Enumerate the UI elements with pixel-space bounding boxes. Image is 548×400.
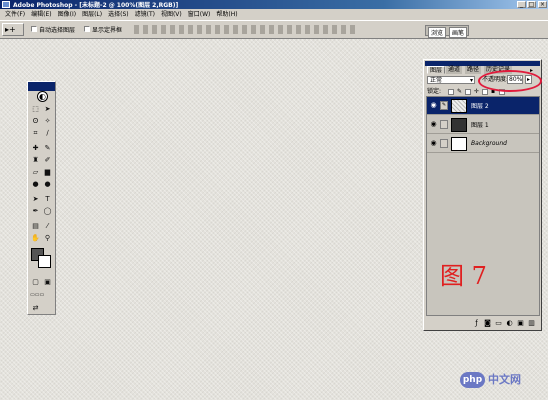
slice-tool-icon[interactable]: ∕	[42, 128, 53, 139]
tab-layers[interactable]: 图层	[427, 66, 446, 74]
title-bar: Adobe Photoshop - [未标题-2 @ 100%(图层 2,RGB…	[0, 0, 548, 9]
lasso-tool-icon[interactable]: ʘ	[30, 116, 41, 127]
trash-icon[interactable]: ▥	[527, 319, 536, 328]
move-tool-preset-icon[interactable]: ▸+	[2, 23, 24, 36]
quick-mask-mode-icon[interactable]: ▣	[42, 277, 53, 288]
eye-icon[interactable]: ◉	[429, 139, 438, 148]
menu-layer[interactable]: 图层(L)	[79, 9, 105, 20]
crop-tool-icon[interactable]: ⌗	[30, 128, 41, 139]
layer-name[interactable]: 图层 2	[471, 101, 489, 110]
menu-bar: 文件(F) 编辑(E) 图像(I) 图层(L) 选择(S) 滤镜(T) 视图(V…	[0, 9, 548, 20]
highlight-ellipse	[478, 70, 542, 92]
pen-tool-icon[interactable]: ✒	[30, 206, 41, 217]
toolbox-title-bar[interactable]	[28, 82, 55, 91]
magic-wand-tool-icon[interactable]: ✧	[42, 116, 53, 127]
tab-channels[interactable]: 通道	[446, 66, 463, 74]
menu-view[interactable]: 视图(V)	[158, 9, 185, 20]
new-layer-icon[interactable]: ▣	[516, 319, 525, 328]
distribute-buttons-icon[interactable]	[206, 25, 356, 34]
tab-paths[interactable]: 路径	[465, 66, 482, 74]
layer-thumbnail	[451, 117, 467, 132]
show-bounds-checkbox[interactable]	[84, 26, 90, 32]
hand-tool-icon[interactable]: ✋	[30, 233, 41, 244]
layer-row-layer-2[interactable]: ◉ ✎ 图层 2	[427, 97, 539, 115]
link-checkbox[interactable]	[440, 120, 448, 129]
blur-tool-icon[interactable]: ●	[30, 179, 41, 190]
toolbox: ◐ ⬚ ➤ ʘ ✧ ⌗ ∕ ✚ ✎ ♜ ✐ ▱ ▆ ● ● ➤ T ✒ ◯ ▤ …	[27, 81, 56, 315]
auto-select-label: 自动选择图层	[39, 27, 76, 34]
eye-icon[interactable]: ◉	[429, 120, 438, 129]
menu-edit[interactable]: 编辑(E)	[28, 9, 54, 20]
dodge-tool-icon[interactable]: ●	[42, 179, 53, 190]
healing-brush-tool-icon[interactable]: ✚	[30, 143, 41, 154]
eraser-tool-icon[interactable]: ▱	[30, 167, 41, 178]
jump-to-imageready-icon[interactable]: ⇄	[30, 303, 41, 314]
align-buttons-icon[interactable]	[134, 25, 202, 34]
background-color-swatch[interactable]	[38, 255, 51, 268]
minimize-icon[interactable]: _	[517, 1, 526, 8]
menu-image[interactable]: 图像(I)	[55, 9, 79, 20]
maximize-icon[interactable]: □	[527, 1, 536, 8]
menu-help[interactable]: 帮助(H)	[213, 9, 240, 20]
gradient-tool-icon[interactable]: ▆	[42, 167, 53, 178]
lock-label: 锁定:	[427, 88, 442, 95]
lock-brush-icon: ✎	[457, 88, 463, 95]
lock-move-icon: ✛	[474, 88, 480, 95]
screen-mode-icon[interactable]: ▭▭▭	[30, 290, 44, 301]
lock-transparency-checkbox[interactable]	[448, 89, 454, 95]
photoshop-logo-icon[interactable]: ◐	[37, 91, 48, 102]
figure-caption: 图 7	[440, 262, 487, 290]
adjustment-layer-icon[interactable]: ◐	[505, 319, 514, 328]
palette-tab-brushes[interactable]: 画笔	[449, 27, 468, 38]
layer-thumbnail	[451, 136, 467, 151]
layer-row-layer-1[interactable]: ◉ 图层 1	[427, 116, 539, 134]
auto-select-checkbox[interactable]	[31, 26, 37, 32]
lock-image-checkbox[interactable]	[465, 89, 471, 95]
shape-tool-icon[interactable]: ◯	[42, 206, 53, 217]
eye-icon[interactable]: ◉	[429, 101, 438, 110]
clone-stamp-tool-icon[interactable]: ♜	[30, 155, 41, 166]
move-tool-icon[interactable]: ➤	[42, 104, 53, 115]
menu-filter[interactable]: 滤镜(T)	[132, 9, 158, 20]
menu-file[interactable]: 文件(F)	[2, 9, 28, 20]
chevron-down-icon: ▾	[469, 77, 473, 84]
notes-tool-icon[interactable]: ▤	[30, 221, 41, 232]
layers-panel: 图层 通道 路径 历史记录 ▸ 正常 ▾ 不透明度: 80% ▸ 锁定: ✎ ✛…	[423, 59, 542, 331]
blend-mode-value: 正常	[430, 77, 443, 84]
close-icon[interactable]: ×	[538, 1, 547, 8]
layer-row-background[interactable]: ◉ Background	[427, 135, 539, 153]
brush-tool-icon[interactable]: ✎	[42, 143, 53, 154]
show-bounds-label: 显示定界框	[92, 27, 123, 34]
paintbrush-icon[interactable]: ✎	[440, 101, 448, 110]
palette-well: 浏览 画笔	[425, 25, 469, 38]
menu-select[interactable]: 选择(S)	[105, 9, 132, 20]
add-mask-icon[interactable]: ◙	[483, 319, 492, 328]
marquee-tool-icon[interactable]: ⬚	[30, 104, 41, 115]
layer-thumbnail	[451, 98, 467, 113]
app-icon[interactable]	[2, 1, 10, 8]
blend-mode-select[interactable]: 正常 ▾	[427, 76, 475, 84]
menu-window[interactable]: 窗口(W)	[185, 9, 214, 20]
layer-name[interactable]: Background	[471, 140, 507, 147]
layer-style-icon[interactable]: ƒ	[472, 319, 481, 328]
history-brush-tool-icon[interactable]: ✐	[42, 155, 53, 166]
php-logo: php	[460, 372, 485, 388]
options-bar: ▸+ 自动选择图层 显示定界框 浏览 画笔	[0, 20, 548, 39]
watermark-text: 中文网	[488, 373, 521, 386]
layers-panel-footer: ƒ ◙ ▭ ◐ ▣ ▥	[426, 318, 540, 329]
layer-name[interactable]: 图层 1	[471, 120, 489, 129]
new-set-icon[interactable]: ▭	[494, 319, 503, 328]
eyedropper-tool-icon[interactable]: ⁄	[42, 221, 53, 232]
lock-position-checkbox[interactable]	[482, 89, 488, 95]
zoom-tool-icon[interactable]: ⚲	[42, 233, 53, 244]
standard-mode-icon[interactable]: ▢	[30, 277, 41, 288]
type-tool-icon[interactable]: T	[42, 194, 53, 205]
path-selection-tool-icon[interactable]: ➤	[30, 194, 41, 205]
link-checkbox[interactable]	[440, 139, 448, 148]
window-title: Adobe Photoshop - [未标题-2 @ 100%(图层 2,RGB…	[13, 2, 179, 9]
palette-tab-browse[interactable]: 浏览	[428, 27, 447, 38]
